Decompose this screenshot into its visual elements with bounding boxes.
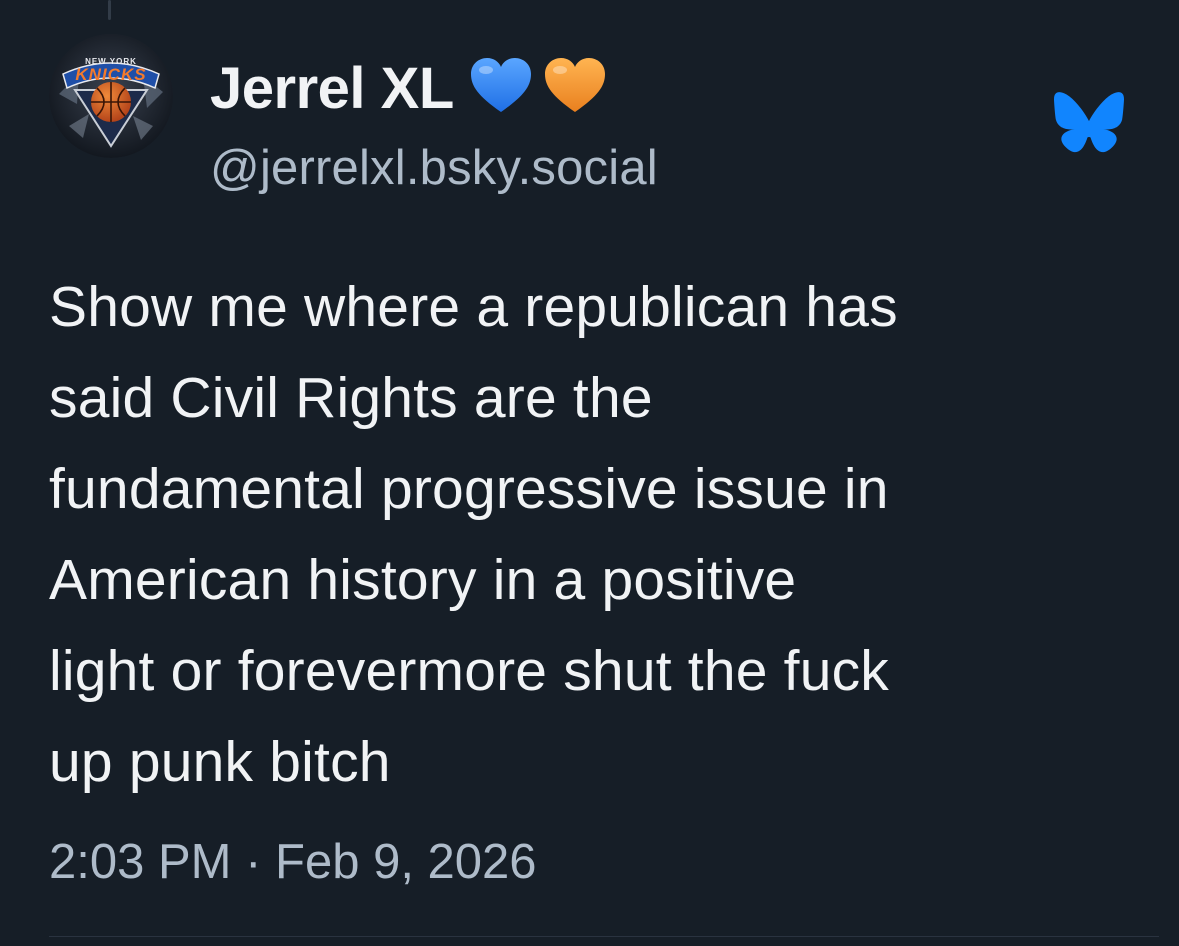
post-text: Show me where a republican has said Civi…	[49, 275, 898, 794]
bluesky-butterfly-icon[interactable]	[1054, 92, 1124, 156]
knicks-logo-icon	[49, 34, 173, 158]
divider	[49, 936, 1159, 937]
post-timestamp[interactable]: 2:03 PM · Feb 9, 2026	[49, 834, 537, 890]
author-name-row[interactable]: Jerrel XL	[210, 46, 608, 130]
blue-heart-icon	[468, 56, 534, 121]
author-handle[interactable]: @jerrelxl.bsky.social	[210, 140, 658, 196]
avatar[interactable]: NEW YORK KNICKS	[49, 34, 173, 158]
avatar-text-main: KNICKS	[75, 65, 147, 84]
orange-heart-icon	[542, 56, 608, 121]
display-name[interactable]: Jerrel XL	[210, 55, 454, 122]
thread-line	[108, 0, 111, 20]
